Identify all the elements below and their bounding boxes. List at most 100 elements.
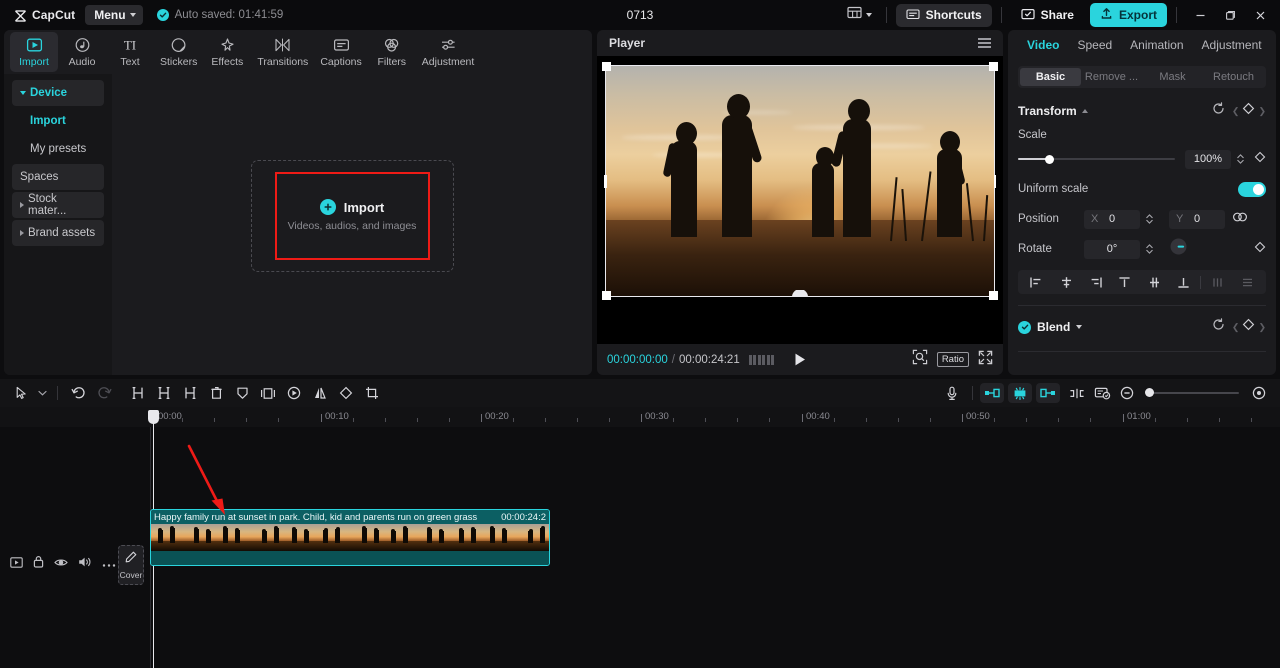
position-x-stepper[interactable] [1143,213,1155,225]
tab-audio[interactable]: Audio [58,32,106,72]
align-middle-v-icon[interactable] [1140,270,1169,294]
video-track-icon[interactable] [10,555,23,573]
tab-video[interactable]: Video [1018,30,1068,60]
mask-shield-icon[interactable] [229,382,255,404]
resize-handle-left[interactable] [604,175,607,188]
tab-stickers[interactable]: Stickers [154,32,203,72]
video-preview[interactable] [602,62,998,300]
import-highlight-box[interactable]: Import Videos, audios, and images [274,171,430,260]
position-y-field[interactable]: Y 0 [1169,209,1225,229]
menu-button[interactable]: Menu [85,5,143,25]
freeze-frame-icon[interactable] [255,382,281,404]
position-x-field[interactable]: X 0 [1084,209,1140,229]
reset-icon[interactable] [1212,102,1225,120]
sidebar-item-device[interactable]: Device [12,80,104,106]
subtab-remove-bg[interactable]: Remove ... [1081,68,1142,86]
select-cursor-icon[interactable] [8,382,34,404]
maximize-button[interactable] [1216,3,1244,27]
tab-import[interactable]: Import [10,32,58,72]
tab-animation[interactable]: Animation [1121,30,1192,60]
subtab-basic[interactable]: Basic [1020,68,1081,86]
scale-slider[interactable] [1018,154,1175,164]
resize-handle-tr[interactable] [989,62,998,71]
export-button[interactable]: Export [1089,3,1167,27]
layout-button[interactable] [842,2,877,28]
tab-effects[interactable]: Effects [203,32,251,72]
player-arc-handle[interactable] [791,285,809,303]
current-timecode[interactable]: 00:00:00:00 [607,354,668,366]
close-button[interactable] [1246,3,1274,27]
subtab-mask[interactable]: Mask [1142,68,1203,86]
more-options-icon[interactable] [102,555,116,573]
delete-icon[interactable] [203,382,229,404]
split-left-icon[interactable] [125,382,151,404]
lock-icon[interactable] [33,555,44,573]
scale-stepper[interactable] [1234,153,1246,165]
speed-icon[interactable] [281,382,307,404]
crop-icon[interactable] [359,382,385,404]
play-button[interactable] [788,348,812,372]
cursor-dropdown-icon[interactable] [34,382,50,404]
chevron-right-icon[interactable]: ❯ [1258,106,1266,117]
tab-transitions[interactable]: Transitions [251,32,314,72]
zoom-fit-button[interactable] [912,349,928,370]
microphone-icon[interactable] [939,382,965,404]
align-left-icon[interactable] [1022,270,1051,294]
resize-handle-bl[interactable] [602,291,611,300]
undo-icon[interactable] [65,382,91,404]
timeline-clip[interactable]: Happy family run at sunset in park. Chil… [150,509,550,566]
resize-handle-br[interactable] [989,291,998,300]
link-axes-icon[interactable] [1232,210,1248,228]
zoom-slider-knob[interactable] [1145,388,1154,397]
eye-icon[interactable] [54,555,68,573]
align-top-icon[interactable] [1110,270,1139,294]
rotate-keyframe-icon[interactable] [1254,240,1266,258]
sidebar-item-brand-assets[interactable]: Brand assets [12,220,104,246]
tab-adjustment[interactable]: Adjustment [1193,30,1271,60]
shortcuts-button[interactable]: Shortcuts [895,3,992,27]
timeline-ruler[interactable]: 00:00 00:10 00:20 00:30 00:40 00:50 01:0… [0,407,1280,427]
rotate-value-field[interactable]: 0° [1084,239,1140,259]
ratio-button[interactable]: Ratio [936,352,969,367]
snap-magnet-icon[interactable] [1008,383,1032,403]
snap-left-icon[interactable] [980,383,1004,403]
reset-icon[interactable] [1212,318,1225,336]
import-dropzone[interactable]: Import Videos, audios, and images [250,159,454,272]
keyframe-diamond-icon[interactable] [1242,102,1255,120]
subtab-retouch[interactable]: Retouch [1203,68,1264,86]
tab-captions[interactable]: Captions [314,32,367,72]
tab-adjustment[interactable]: Adjustment [416,32,481,72]
speaker-icon[interactable] [78,555,92,573]
tab-filters[interactable]: Filters [368,32,416,72]
split-icon[interactable] [151,382,177,404]
zoom-in-icon[interactable] [1246,382,1272,404]
zoom-out-icon[interactable] [1114,382,1140,404]
sidebar-item-my-presets[interactable]: My presets [12,136,104,162]
hamburger-menu-icon[interactable] [978,38,991,48]
share-button[interactable]: Share [1011,4,1084,27]
chevron-left-icon[interactable]: ❮ [1232,106,1240,117]
keyframe-diamond-icon[interactable] [1242,318,1255,336]
align-center-h-icon[interactable] [1051,270,1080,294]
check-circle-icon[interactable] [1018,320,1031,334]
sidebar-item-import[interactable]: Import [12,108,104,134]
scale-keyframe-icon[interactable] [1254,150,1266,168]
uniform-scale-toggle[interactable] [1238,181,1266,197]
chevron-right-icon[interactable]: ❯ [1258,322,1266,333]
slider-knob[interactable] [1044,154,1054,164]
link-clips-icon[interactable] [1064,382,1090,404]
mirror-icon[interactable] [307,382,333,404]
resize-handle-right[interactable] [993,175,996,188]
minimize-button[interactable] [1186,3,1214,27]
tab-text[interactable]: TI Text [106,32,154,72]
resize-handle-tl[interactable] [602,62,611,71]
fullscreen-button[interactable] [978,350,993,370]
align-right-icon[interactable] [1081,270,1110,294]
sidebar-item-spaces[interactable]: Spaces [12,164,104,190]
chevron-up-icon[interactable] [1081,109,1088,113]
rotate-icon[interactable] [333,382,359,404]
snap-right-icon[interactable] [1036,383,1060,403]
timeline-body[interactable]: 00:00 00:10 00:20 00:30 00:40 00:50 01:0… [0,407,1280,668]
split-right-icon[interactable] [177,382,203,404]
tab-speed[interactable]: Speed [1068,30,1121,60]
